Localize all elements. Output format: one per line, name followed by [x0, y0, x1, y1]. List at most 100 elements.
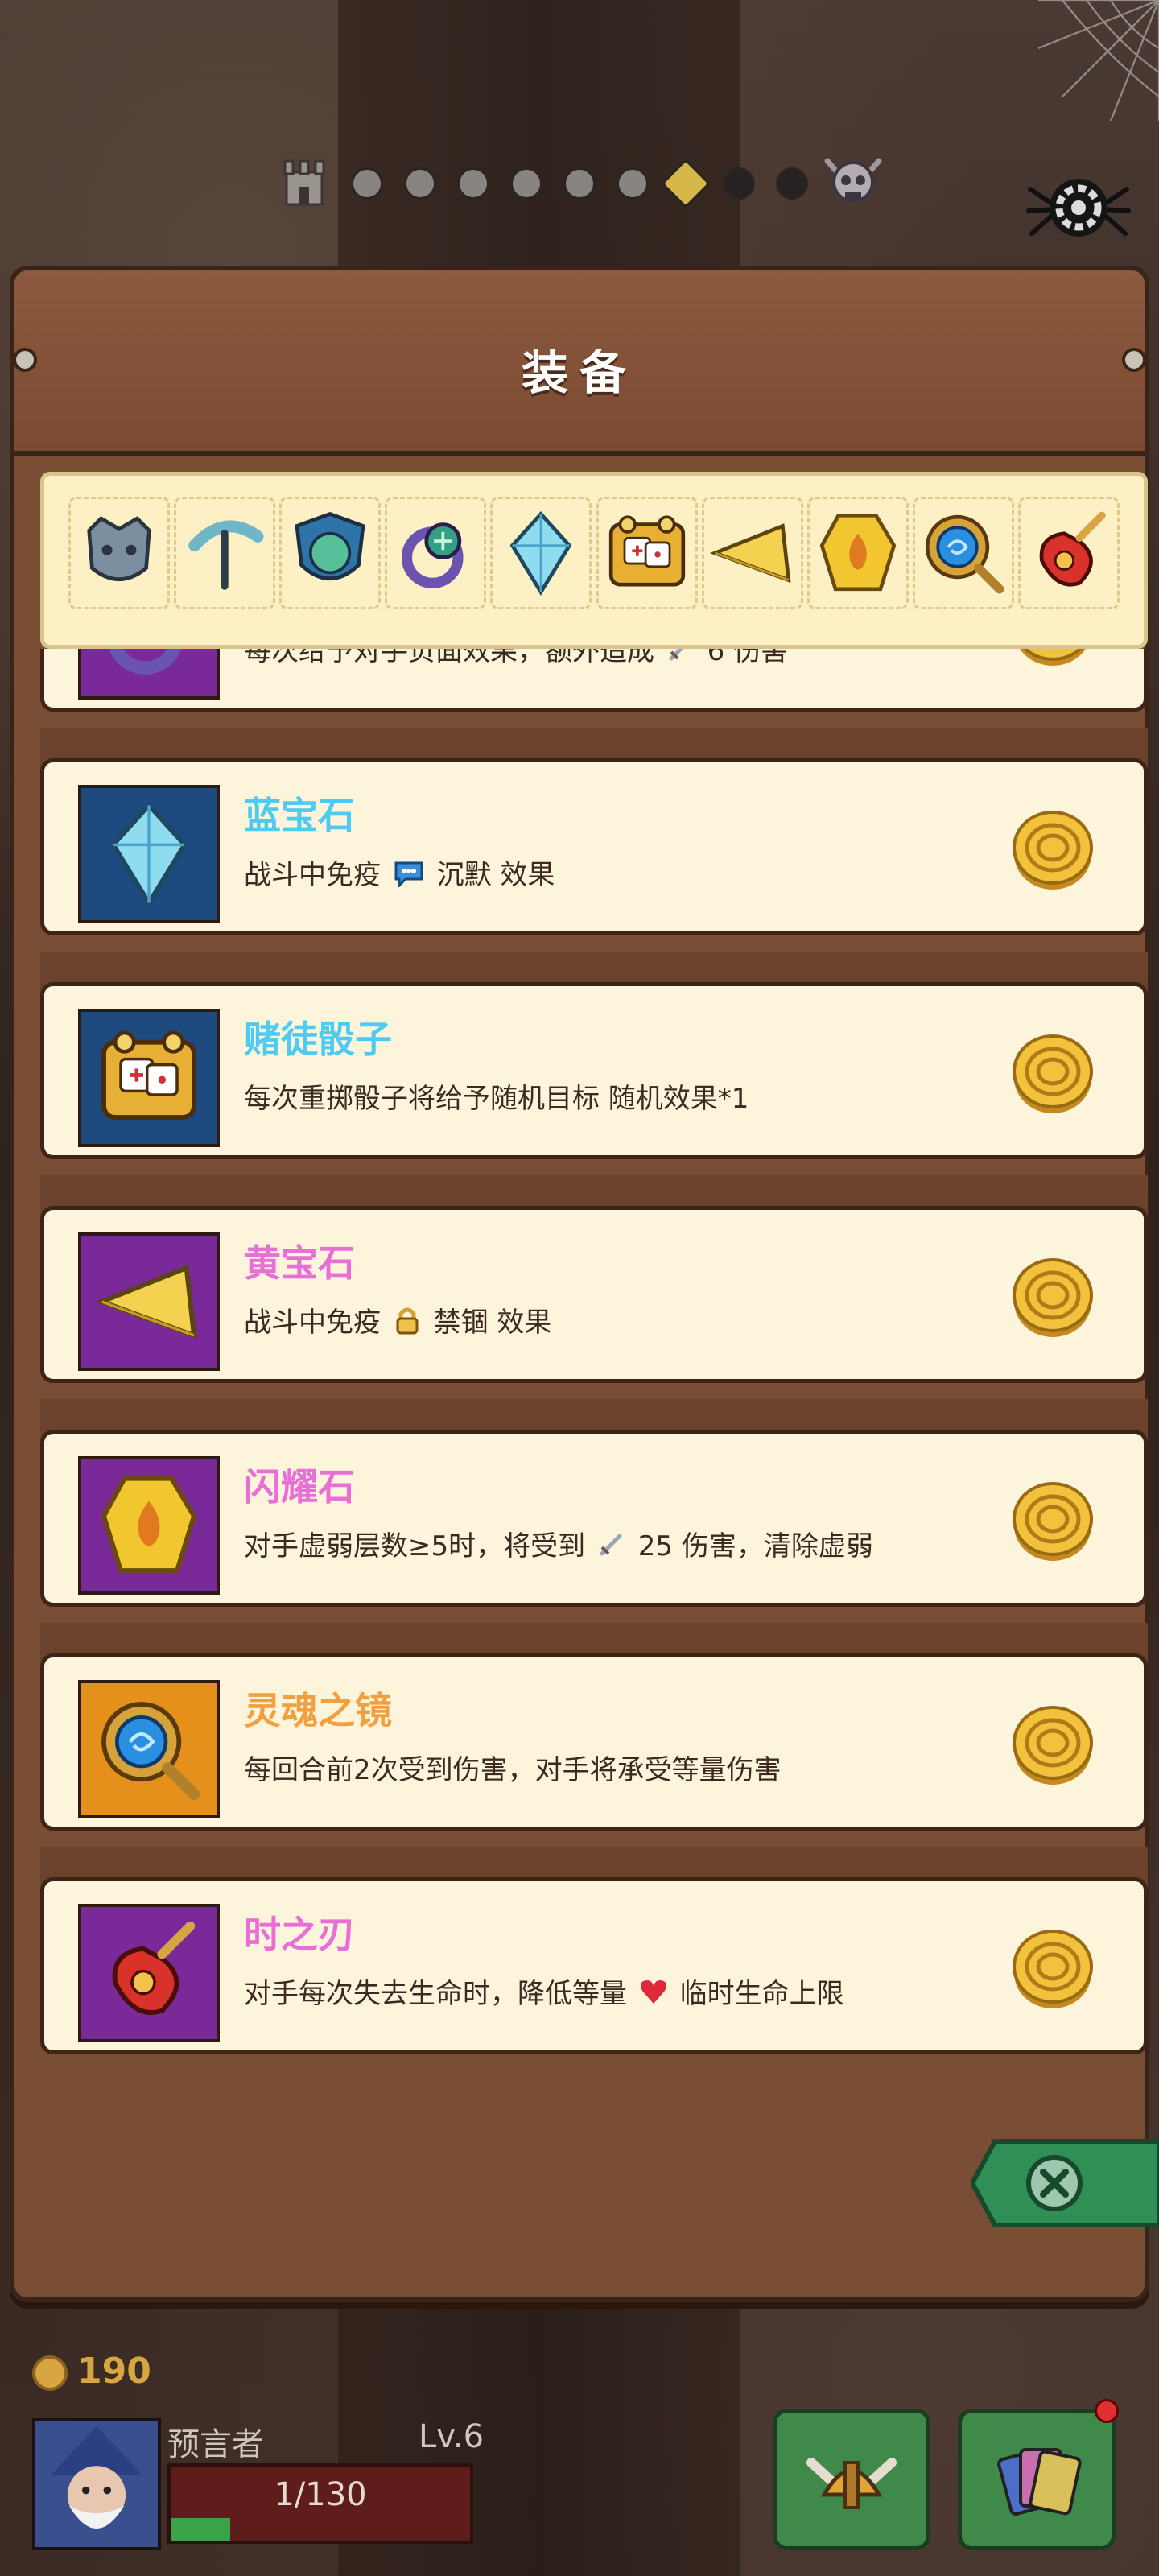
gold-counter: 190 — [32, 2351, 151, 2392]
equipped-slot-soul-mirror[interactable] — [912, 497, 1014, 609]
stage-dot — [723, 167, 755, 200]
equipment-item-card[interactable]: 蓝宝石 战斗中免疫 沉默 效果 — [40, 728, 1148, 935]
item-icon-frame — [78, 785, 220, 923]
viking-helmet-icon — [806, 2458, 897, 2509]
panel-header: 装备 — [13, 270, 1146, 456]
equipment-item-card[interactable]: 时之刃 对手每次失去生命时，降低等量 临时生命上限 — [40, 1847, 1148, 2054]
radiant-stone-icon — [819, 514, 897, 592]
coin-price-icon[interactable] — [1010, 1255, 1095, 1340]
equipped-slot-gambler-dice[interactable] — [596, 497, 698, 609]
equipped-slot-pickaxe[interactable] — [174, 497, 276, 609]
stage-dot — [617, 167, 649, 200]
item-card-body: 黄宝石 战斗中免疫 禁锢 效果 — [40, 1206, 1148, 1383]
stage-dot — [351, 167, 383, 200]
item-desc-text: 战斗中免疫 — [244, 1307, 381, 1339]
contract-ring-icon — [402, 522, 464, 588]
coin-price-icon[interactable] — [1010, 1703, 1095, 1788]
blade-of-time-icon — [1039, 511, 1106, 587]
cards-button[interactable] — [958, 2409, 1116, 2550]
topaz-icon — [95, 1264, 197, 1340]
item-name: 灵魂之镜 — [244, 1689, 392, 1732]
hp-text: 1/130 — [274, 2476, 367, 2513]
equipped-slot-topaz[interactable] — [701, 497, 803, 609]
radiant-stone-icon — [101, 1476, 197, 1573]
item-description: 战斗中免疫 禁锢 效果 — [244, 1300, 551, 1344]
item-name: 闪耀石 — [244, 1465, 355, 1509]
hp-bar: 1/130 — [167, 2463, 473, 2544]
equipment-list[interactable]: 契约戒指 每次给予对手负面效果，额外造成 6 伤害 蓝宝石 战斗中免疫 沉默 效… — [40, 649, 1148, 2114]
item-description: 对手虚弱层数≥5时，将受到 25 伤害，清除虚弱 — [244, 1524, 873, 1566]
item-description: 每回合前2次受到伤害，对手将承受等量伤害 — [244, 1748, 782, 1787]
item-desc-text: 对手每次失去生命时，降低等量 — [244, 1978, 627, 2010]
cobweb-icon — [1038, 0, 1159, 121]
item-card-body: 灵魂之镜 每回合前2次受到伤害，对手将承受等量伤害 — [40, 1653, 1148, 1831]
item-icon-frame — [78, 1680, 220, 1818]
equipment-item-card[interactable]: 灵魂之镜 每回合前2次受到伤害，对手将承受等量伤害 — [40, 1623, 1148, 1831]
item-card-body: 蓝宝石 战斗中免疫 沉默 效果 — [40, 758, 1148, 935]
bottom-hud: 190 预言者 Lv.6 1/130 — [0, 2318, 1159, 2576]
spider-gear-icon — [1026, 179, 1131, 237]
item-description: 每次给予对手负面效果，额外造成 6 伤害 — [244, 649, 788, 671]
castle-icon — [283, 159, 325, 206]
equipped-slot-wolf-pelt[interactable] — [68, 497, 170, 609]
equipment-item-card[interactable]: 闪耀石 对手虚弱层数≥5时，将受到 25 伤害，清除虚弱 — [40, 1399, 1148, 1607]
equipment-button[interactable] — [773, 2409, 930, 2550]
close-button[interactable] — [969, 2133, 1159, 2233]
close-icon — [969, 2139, 1159, 2227]
equipped-slot-sapphire[interactable] — [490, 497, 592, 609]
coin-price-icon[interactable] — [1010, 1031, 1095, 1117]
soul-mirror-icon — [925, 514, 1004, 594]
item-desc-text: 每次重掷骰子将给予随机目标 随机效果*1 — [244, 1083, 749, 1115]
stage-progress — [274, 153, 885, 209]
notification-badge — [1095, 2399, 1119, 2423]
item-description: 战斗中免疫 沉默 效果 — [244, 852, 555, 894]
gambler-dice-icon — [608, 515, 685, 587]
equipped-slot-contract-ring[interactable] — [385, 497, 487, 609]
item-description: 对手每次失去生命时，降低等量 临时生命上限 — [244, 1971, 844, 2013]
sword-icon — [666, 649, 695, 671]
item-card-body: 契约戒指 每次给予对手负面效果，额外造成 6 伤害 — [40, 649, 1148, 712]
sapphire-icon — [110, 801, 188, 908]
blade-of-time-icon — [112, 1921, 196, 2015]
equipment-item-card[interactable]: 契约戒指 每次给予对手负面效果，额外造成 6 伤害 — [40, 649, 1148, 712]
speech-icon — [393, 858, 425, 894]
item-name: 蓝宝石 — [244, 794, 355, 837]
settings-gear-button[interactable] — [1022, 161, 1135, 250]
item-name: 赌徒骰子 — [244, 1018, 392, 1061]
stage-dot — [510, 167, 542, 200]
item-icon-frame — [78, 1009, 220, 1147]
item-icon-frame — [78, 1232, 220, 1371]
coin-price-icon[interactable] — [1010, 1479, 1095, 1564]
gold-coin-icon — [32, 2355, 68, 2391]
lock-icon — [393, 1304, 422, 1344]
topaz-icon — [709, 523, 791, 584]
jade-shield-icon — [295, 511, 365, 581]
equipped-items-strip — [40, 472, 1148, 649]
gambler-dice-icon — [101, 1030, 196, 1120]
equipment-item-card[interactable]: 黄宝石 战斗中免疫 禁锢 效果 — [40, 1175, 1148, 1383]
gold-amount: 190 — [77, 2351, 151, 2392]
equipment-item-card[interactable]: 赌徒骰子 每次重掷骰子将给予随机目标 随机效果*1 — [40, 952, 1148, 1159]
hero-avatar[interactable] — [32, 2418, 161, 2550]
equipped-slot-blade-of-time[interactable] — [1017, 497, 1120, 609]
equipped-slot-radiant-stone[interactable] — [806, 497, 909, 609]
equipped-slot-jade-shield[interactable] — [279, 497, 382, 609]
item-desc-text: 战斗中免疫 — [244, 859, 381, 891]
stage-dot — [563, 167, 596, 200]
item-desc-text: 对手虚弱层数≥5时，将受到 — [244, 1530, 586, 1563]
stage-dot — [404, 167, 436, 200]
item-card-body: 闪耀石 对手虚弱层数≥5时，将受到 25 伤害，清除虚弱 — [40, 1430, 1148, 1607]
boss-skull-icon — [824, 158, 882, 203]
coin-price-icon[interactable] — [1010, 807, 1095, 893]
item-description: 每次重掷骰子将给予随机目标 随机效果*1 — [244, 1076, 749, 1116]
stage-dot — [457, 167, 489, 200]
coin-price-icon[interactable] — [1010, 649, 1095, 669]
equipment-panel: 装备 契约戒指 每次给予对手负面效果，额外造成 6 伤害 蓝宝石 战斗中 — [10, 266, 1149, 2302]
sapphire-icon — [510, 510, 572, 596]
heart-icon — [639, 1978, 668, 2013]
contract-ring-icon — [109, 649, 182, 675]
stage-dot-current — [660, 158, 711, 209]
soul-mirror-icon — [101, 1702, 200, 1800]
coin-price-icon[interactable] — [1010, 1926, 1095, 2012]
cards-icon — [997, 2448, 1082, 2516]
